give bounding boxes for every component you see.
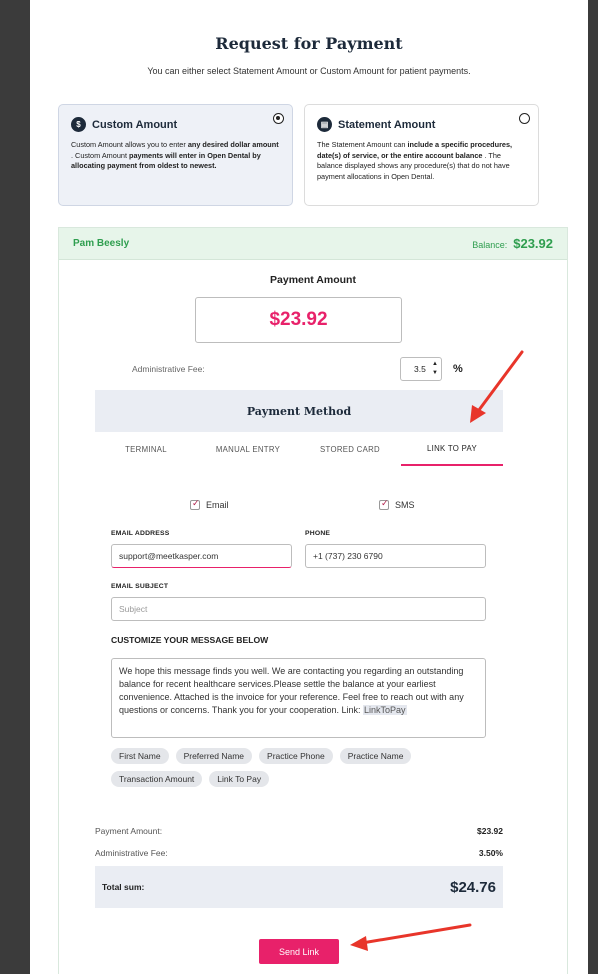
summary-admin-fee-label: Administrative Fee:	[95, 848, 168, 858]
statement-amount-radio[interactable]	[519, 113, 530, 124]
sms-checkbox-label: SMS	[395, 500, 415, 510]
administrative-fee-value: 3.5	[414, 364, 426, 374]
message-textarea[interactable]: We hope this message finds you well. We …	[111, 658, 486, 738]
payment-method-header: Payment Method	[95, 390, 503, 432]
total-sum-value: $24.76	[450, 878, 496, 896]
email-checkbox[interactable]	[190, 498, 200, 510]
chip-preferred-name[interactable]: Preferred Name	[175, 748, 253, 764]
email-subject-input[interactable]: Subject	[111, 597, 486, 621]
customize-message-label: CUSTOMIZE YOUR MESSAGE BELOW	[111, 635, 269, 645]
balance: Balance: $23.92	[472, 236, 553, 251]
phone-label: PHONE	[305, 530, 331, 537]
send-link-button[interactable]: Send Link	[259, 939, 339, 964]
payment-method-tabs: TERMINAL MANUAL ENTRY STORED CARD LINK T…	[95, 432, 503, 466]
custom-amount-card[interactable]: $ Custom Amount Custom Amount allows you…	[58, 104, 293, 206]
percent-symbol: %	[453, 363, 463, 375]
summary-admin-fee-value: 3.50%	[478, 848, 503, 858]
total-sum-row: Total sum: $24.76	[95, 866, 503, 908]
tab-stored-card[interactable]: STORED CARD	[299, 432, 401, 466]
modal-subtitle: You can either select Statement Amount o…	[147, 66, 471, 76]
right-backdrop	[588, 0, 598, 974]
chip-link-to-pay[interactable]: Link To Pay	[209, 771, 270, 787]
payment-amount-label: Payment Amount	[270, 274, 356, 286]
summary-payment-amount-value: $23.92	[477, 826, 503, 836]
statement-amount-description: The Statement Amount can include a speci…	[317, 140, 513, 181]
patient-name: Pam Beesly	[73, 238, 130, 249]
tab-terminal[interactable]: TERMINAL	[95, 432, 197, 466]
phone-input[interactable]: +1 (737) 230 6790	[305, 544, 486, 568]
custom-amount-title: Custom Amount	[92, 118, 178, 131]
balance-label: Balance:	[472, 240, 508, 250]
chip-first-name[interactable]: First Name	[111, 748, 169, 764]
payment-method-title: Payment Method	[246, 404, 352, 418]
statement-amount-card[interactable]: ▤ Statement Amount The Statement Amount …	[304, 104, 539, 206]
administrative-fee-label: Administrative Fee:	[132, 364, 205, 374]
chip-transaction-amount[interactable]: Transaction Amount	[111, 771, 203, 787]
link-to-pay-token: LinkToPay	[362, 705, 407, 715]
balance-value: $23.92	[513, 236, 553, 251]
summary-payment-amount-label: Payment Amount:	[95, 826, 163, 836]
email-subject-label: EMAIL SUBJECT	[111, 583, 169, 590]
summary-payment-amount-row: Payment Amount: $23.92	[95, 826, 503, 836]
email-address-label: EMAIL ADDRESS	[111, 530, 170, 537]
statement-doc-icon: ▤	[317, 117, 332, 132]
request-payment-modal: × Request for Payment You can either sel…	[30, 0, 588, 974]
chip-practice-phone[interactable]: Practice Phone	[259, 748, 333, 764]
tab-link-to-pay[interactable]: LINK TO PAY	[401, 432, 503, 466]
merge-field-chips: First Name Preferred Name Practice Phone…	[111, 748, 491, 787]
email-address-input[interactable]: support@meetkasper.com	[111, 544, 292, 568]
custom-amount-radio[interactable]	[273, 113, 284, 124]
patient-header: Pam Beesly Balance: $23.92	[59, 228, 567, 260]
total-sum-label: Total sum:	[102, 882, 145, 892]
left-backdrop	[0, 0, 30, 974]
patient-payment-panel: Pam Beesly Balance: $23.92 Payment Amoun…	[58, 227, 568, 974]
chip-practice-name[interactable]: Practice Name	[339, 748, 412, 764]
email-checkbox-label: Email	[206, 500, 229, 510]
modal-title: Request for Payment	[215, 34, 403, 53]
tab-manual-entry[interactable]: MANUAL ENTRY	[197, 432, 299, 466]
custom-amount-description: Custom Amount allows you to enter any de…	[71, 140, 279, 170]
sms-checkbox-row[interactable]: SMS	[379, 498, 415, 510]
email-checkbox-row[interactable]: Email	[190, 498, 229, 510]
dollar-card-icon: $	[71, 117, 86, 132]
administrative-fee-input[interactable]: 3.5 ▲ ▼	[400, 357, 442, 381]
payment-amount-input[interactable]: $23.92	[195, 297, 402, 343]
sms-checkbox[interactable]	[379, 498, 389, 510]
stepper-arrows-icon[interactable]: ▲ ▼	[432, 360, 438, 378]
summary-admin-fee-row: Administrative Fee: 3.50%	[95, 848, 503, 858]
statement-amount-title: Statement Amount	[338, 118, 436, 131]
